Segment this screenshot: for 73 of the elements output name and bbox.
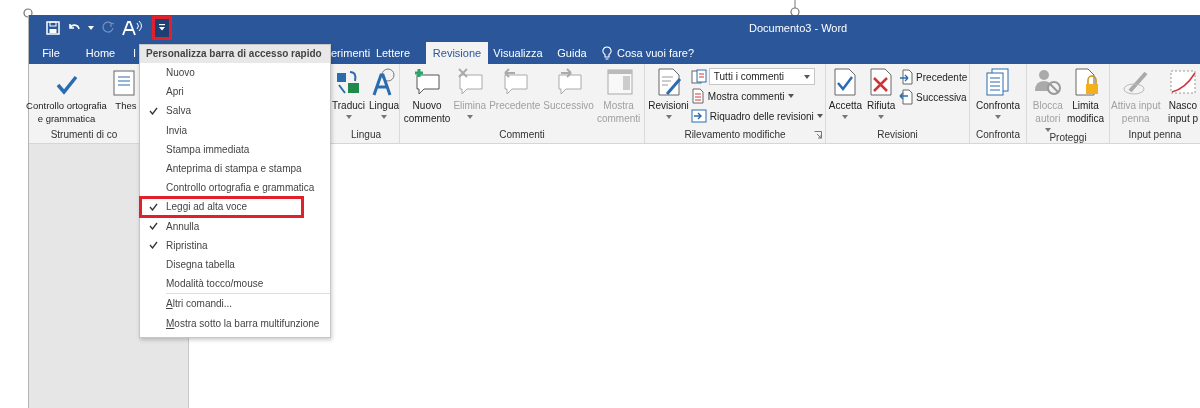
ribbon-button[interactable]: Riquadro delle revisioni [690, 107, 823, 125]
customize-toolbar-button[interactable] [155, 18, 169, 37]
menu-item[interactable]: Annulla [140, 216, 330, 236]
caret-icon [787, 94, 794, 98]
menu-item[interactable]: Apri [140, 82, 330, 102]
ribbon-button[interactable]: Successiva [899, 88, 968, 106]
menu-item[interactable]: Invia [140, 120, 330, 140]
window-title: Documento3 - Word [749, 21, 848, 34]
menu-item[interactable]: Altri comandi... [140, 294, 330, 314]
menu-title: Personalizza barra di accesso rapido [140, 45, 330, 63]
document-arrow-icon [899, 69, 914, 85]
ribbon-button[interactable]: Limita modifica [1065, 67, 1106, 125]
ribbon-tab[interactable]: Revisione [426, 42, 488, 64]
ribbon-tab[interactable]: Visualizza [488, 42, 548, 64]
document-arrow-icon [899, 89, 914, 105]
ribbon-tab[interactable]: erimenti [331, 42, 373, 64]
caret-icon [381, 115, 387, 119]
group-label: Input penna [1128, 128, 1182, 140]
group-label: Strumenti di co [50, 128, 118, 140]
lightbulb-icon [602, 46, 612, 60]
ribbon-button[interactable]: Nasco input p [1166, 67, 1200, 125]
ribbon-button[interactable]: Confronta [975, 67, 1021, 119]
menu-item[interactable]: Anteprima di stampa e stampa [140, 158, 330, 179]
document-icon [690, 88, 705, 104]
checkmark-icon [148, 202, 158, 211]
caret-icon [1044, 128, 1051, 132]
caret-icon [466, 115, 473, 119]
ribbon-button[interactable]: Traduci [331, 67, 366, 119]
menu-item[interactable]: Salva [140, 101, 330, 121]
search-field[interactable]: Cosa vuoi fare? [617, 47, 717, 59]
ribbon-button[interactable]: Lingua [367, 67, 401, 119]
group-label: Rilevamento modifiche [684, 128, 786, 140]
menu-item[interactable]: Controllo ortografia e grammatica [140, 178, 330, 198]
caret-icon [803, 74, 810, 79]
dialog-launcher-icon[interactable] [814, 131, 822, 139]
group-label: Confronta [976, 128, 1020, 140]
menu-item[interactable]: Stampa immediata [140, 139, 330, 159]
checkmark-icon [148, 106, 158, 115]
ribbon-tab[interactable]: I [128, 42, 140, 64]
ribbon-button[interactable]: Controllo ortografia e grammatica [25, 67, 108, 125]
caret-icon[interactable] [88, 25, 94, 30]
ribbon-tab[interactable]: Lettere [373, 42, 413, 64]
ribbon-button[interactable]: Revisioni [647, 67, 690, 119]
caret-icon [345, 115, 352, 119]
menu-item[interactable]: Disegna tabella [140, 254, 330, 275]
ribbon-tab[interactable]: File [29, 42, 73, 64]
read-aloud-icon[interactable] [122, 19, 144, 36]
menu-item[interactable]: Modalità tocco/mouse [140, 274, 330, 294]
ribbon-button[interactable]: Precedente [899, 68, 968, 86]
save-icon[interactable] [46, 20, 60, 35]
filter-markup-icon [690, 68, 707, 85]
group-label: Lingua [351, 128, 381, 140]
ribbon-button[interactable]: Thes [108, 67, 143, 112]
caret-icon [665, 115, 672, 119]
menu-item[interactable]: Mostra sotto la barra multifunzione [140, 313, 330, 333]
group-label: Proteggi [1049, 132, 1087, 143]
ribbon-button[interactable]: Mostra commenti [690, 87, 823, 105]
caret-icon [878, 115, 885, 119]
caret-icon [995, 115, 1001, 119]
caret-icon [159, 24, 165, 31]
ribbon-button[interactable]: Nuovo commento [402, 67, 452, 125]
ribbon-tab[interactable]: Guida [548, 42, 596, 64]
markup-dropdown[interactable]: Tutti i commenti [708, 68, 815, 85]
menu-item[interactable]: Leggi ad alta voce [140, 197, 303, 217]
menu-item[interactable]: Nuovo [140, 63, 330, 83]
caret-icon [816, 114, 823, 118]
caret-icon [842, 115, 849, 119]
ribbon-tab[interactable]: Home [73, 42, 128, 64]
group-label: Revisioni [877, 128, 918, 140]
group-label: Commenti [499, 128, 545, 140]
menu-item[interactable]: Ripristina [140, 235, 330, 255]
ribbon-button[interactable]: Accetta [827, 67, 864, 119]
ribbon-button[interactable]: Rifiuta [864, 67, 899, 119]
